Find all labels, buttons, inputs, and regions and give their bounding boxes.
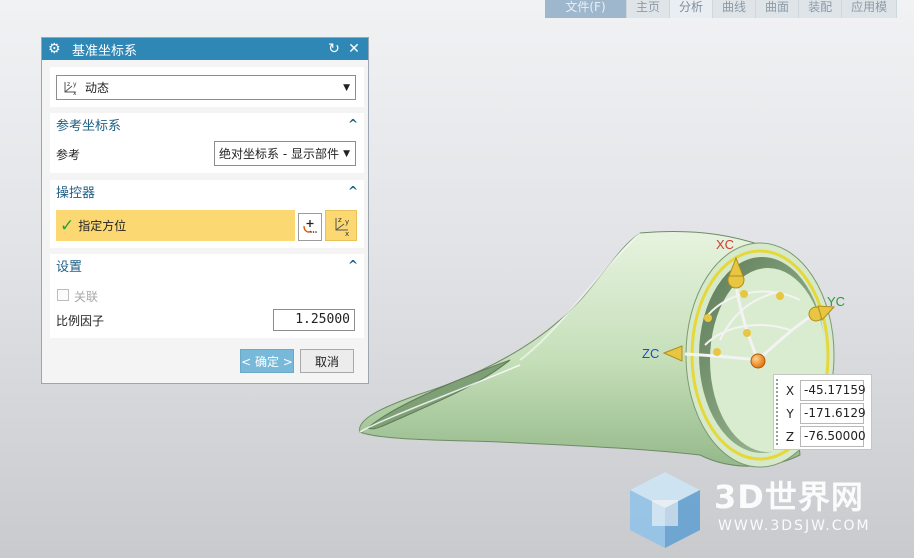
- svg-text:x: x: [345, 230, 349, 237]
- chevron-down-icon: ▼: [343, 148, 350, 159]
- origin-handle[interactable]: [750, 353, 766, 369]
- cancel-button[interactable]: 取消: [300, 349, 354, 373]
- svg-text:x: x: [73, 90, 77, 96]
- gear-icon[interactable]: ⚙: [48, 41, 64, 57]
- point-dialog-button[interactable]: [298, 213, 322, 241]
- watermark: 3D世界网 WWW.3DSJW.COM: [628, 466, 898, 556]
- svg-text:y: y: [345, 218, 349, 226]
- coordinate-readout: X -45.17159 Y -171.6129 Z -76.50000: [773, 374, 872, 450]
- ok-button[interactable]: < 确定 >: [240, 349, 294, 373]
- csys-icon: zy x: [64, 81, 77, 96]
- point-constructor-icon: [303, 220, 317, 233]
- coord-row-x: X -45.17159: [780, 380, 866, 401]
- y-label: Y: [786, 406, 794, 421]
- section-header-reference[interactable]: 参考坐标系 ^: [50, 113, 364, 135]
- coord-row-z: Z -76.50000: [780, 426, 866, 447]
- reference-label: 参考: [56, 148, 81, 162]
- associative-checkbox[interactable]: [57, 289, 69, 301]
- section-title-reference: 参考坐标系: [56, 118, 122, 134]
- x-label: X: [785, 383, 795, 398]
- svg-text:z: z: [338, 216, 342, 224]
- collapse-icon: ^: [347, 184, 358, 198]
- axis-label-yc: YC: [827, 294, 845, 309]
- collapse-icon: ^: [347, 258, 358, 272]
- datum-csys-dialog: ⚙ 基准坐标系 ↻ ✕ zy x 动态 ▼ 参考坐标系 ^ 参考 绝对坐标系 -…: [41, 37, 369, 384]
- scale-factor-label: 比例因子: [56, 314, 105, 328]
- section-header-settings[interactable]: 设置 ^: [50, 254, 364, 276]
- watermark-url: WWW.3DSJW.COM: [718, 518, 871, 534]
- svg-text:z: z: [67, 81, 70, 88]
- watermark-title: 3D世界网: [714, 478, 864, 516]
- associative-label: 关联: [74, 290, 99, 304]
- collapse-icon: ^: [347, 117, 358, 131]
- csys-icon: zy x: [335, 216, 349, 237]
- x-input[interactable]: -45.17159: [800, 380, 866, 401]
- coord-row-y: Y -171.6129: [780, 403, 866, 424]
- axis-label-xc: XC: [716, 237, 734, 252]
- csys-dialog-button[interactable]: zy x: [325, 210, 357, 241]
- section-title-settings: 设置: [56, 259, 83, 275]
- type-section: zy x 动态 ▼: [50, 67, 364, 107]
- axis-label-zc: ZC: [642, 346, 659, 361]
- z-label: Z: [785, 429, 795, 444]
- dialog-title: 基准坐标系: [72, 43, 138, 59]
- reference-csys-section: 参考坐标系 ^ 参考 绝对坐标系 - 显示部件 ▼: [50, 113, 364, 173]
- reference-select[interactable]: 绝对坐标系 - 显示部件 ▼: [214, 141, 356, 166]
- section-header-manipulator[interactable]: 操控器 ^: [50, 180, 364, 202]
- close-icon[interactable]: ✕: [346, 41, 362, 57]
- dialog-title-bar: ⚙ 基准坐标系 ↻ ✕: [42, 38, 368, 60]
- reset-icon[interactable]: ↻: [326, 41, 342, 57]
- chevron-down-icon: ▼: [343, 82, 350, 93]
- z-input[interactable]: -76.50000: [800, 426, 866, 447]
- specify-orientation-label: 指定方位: [78, 219, 127, 233]
- section-title-manipulator: 操控器: [56, 185, 96, 201]
- svg-text:y: y: [73, 81, 77, 88]
- reference-select-value: 绝对坐标系 - 显示部件: [219, 147, 339, 161]
- type-select-value: 动态: [85, 81, 110, 95]
- drag-handle[interactable]: [776, 379, 778, 445]
- specify-orientation-row[interactable]: ✓ 指定方位: [56, 210, 295, 241]
- y-input[interactable]: -171.6129: [800, 403, 866, 424]
- type-select[interactable]: zy x 动态 ▼: [56, 75, 356, 100]
- checkmark-icon: ✓: [60, 215, 75, 236]
- scale-factor-input[interactable]: 1.25000: [273, 309, 355, 331]
